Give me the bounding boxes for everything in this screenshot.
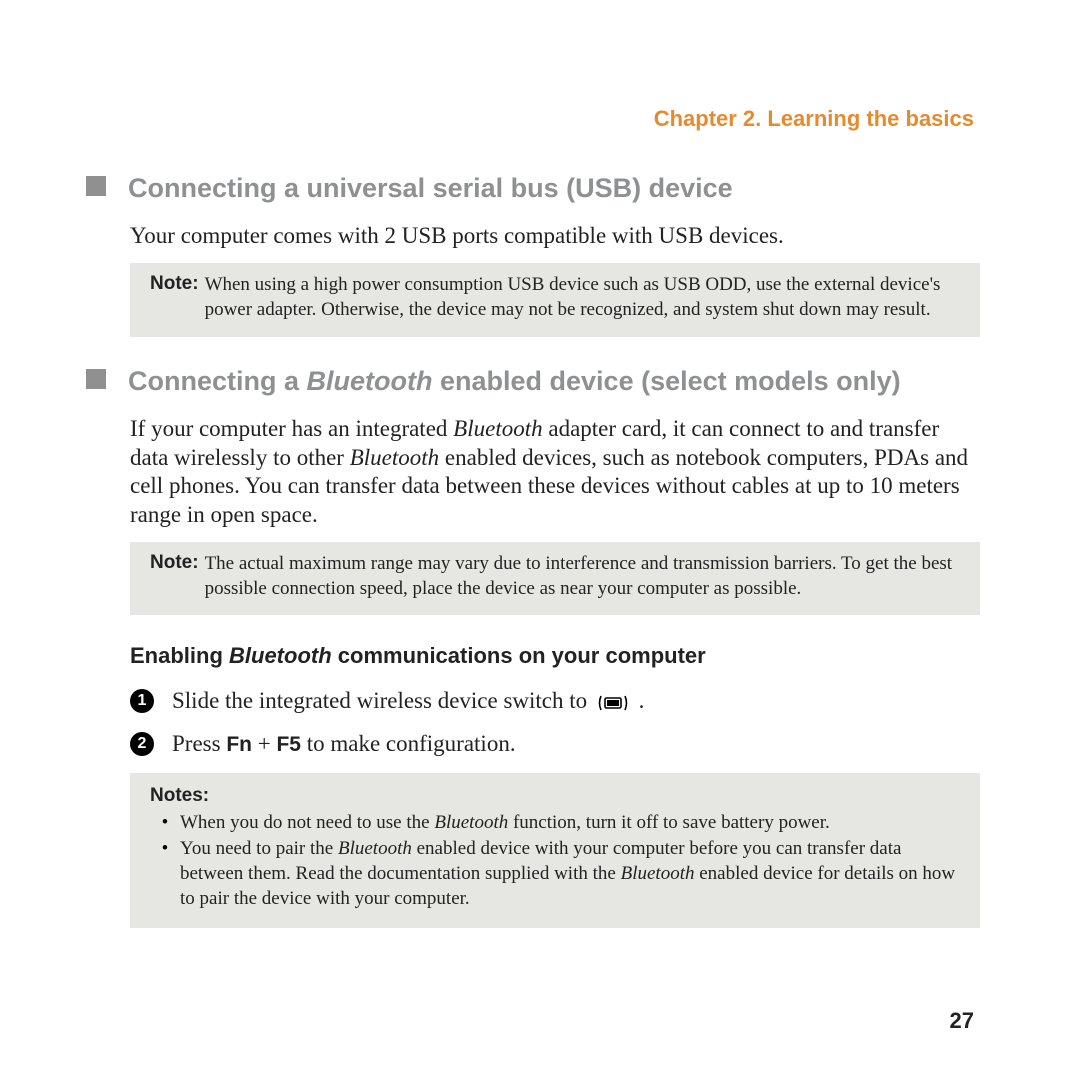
- notes-span: function, turn it off to save battery po…: [508, 812, 830, 833]
- step-number-badge: 1: [130, 689, 154, 713]
- bullet-dot-icon: •: [150, 811, 180, 836]
- note-label: Note:: [150, 273, 199, 295]
- page-number: 27: [950, 1008, 974, 1034]
- notes-box: Notes: • When you do not need to use the…: [130, 773, 980, 928]
- notes-italic: Bluetooth: [338, 838, 412, 859]
- enable-bt-heading: Enabling Bluetooth communications on you…: [130, 643, 980, 669]
- square-bullet-icon: [86, 176, 106, 196]
- step-2-text: Press Fn + F5 to make configuration.: [172, 730, 516, 759]
- notes-span: You need to pair the: [180, 838, 338, 859]
- section-title-bluetooth: Connecting a Bluetooth enabled device (s…: [128, 365, 901, 397]
- section-usb: Connecting a universal serial bus (USB) …: [86, 172, 980, 204]
- usb-note-text: When using a high power consumption USB …: [205, 273, 960, 322]
- step-number-badge: 2: [130, 732, 154, 756]
- key-f5: F5: [276, 733, 301, 756]
- step-span: to make configuration.: [301, 731, 516, 756]
- notes-span: When you do not need to use the: [180, 812, 434, 833]
- step-span: .: [639, 688, 645, 713]
- page-content: Chapter 2. Learning the basics Connectin…: [0, 106, 1080, 928]
- bluetooth-note-box: Note: The actual maximum range may vary …: [130, 542, 980, 615]
- step-span: Slide the integrated wireless device swi…: [172, 688, 593, 713]
- title-italic: Bluetooth: [307, 366, 433, 396]
- heading-italic: Bluetooth: [229, 643, 332, 668]
- notes-text: When you do not need to use the Bluetoot…: [180, 811, 830, 836]
- section-title-usb: Connecting a universal serial bus (USB) …: [128, 172, 733, 204]
- step-span: Press: [172, 731, 226, 756]
- step-1: 1 Slide the integrated wireless device s…: [130, 687, 980, 716]
- body-italic: Bluetooth: [453, 416, 542, 441]
- square-bullet-icon: [86, 369, 106, 389]
- notes-text: You need to pair the Bluetooth enabled d…: [180, 837, 960, 911]
- heading-span: communications on your computer: [332, 643, 706, 668]
- bluetooth-body-text: If your computer has an integrated Bluet…: [130, 415, 980, 530]
- key-fn: Fn: [226, 733, 252, 756]
- body-span: If your computer has an integrated: [130, 416, 453, 441]
- body-italic: Bluetooth: [350, 445, 439, 470]
- notes-label: Notes:: [150, 785, 960, 807]
- manual-page: Chapter 2. Learning the basics Connectin…: [0, 0, 1080, 1080]
- notes-italic: Bluetooth: [434, 812, 508, 833]
- wireless-switch-icon: [597, 694, 629, 712]
- notes-italic: Bluetooth: [621, 863, 695, 884]
- note-label: Note:: [150, 552, 199, 574]
- section-bluetooth: Connecting a Bluetooth enabled device (s…: [86, 365, 980, 397]
- step-2: 2 Press Fn + F5 to make configuration.: [130, 730, 980, 759]
- notes-item: • When you do not need to use the Blueto…: [150, 811, 960, 836]
- title-text: enabled device (select models only): [433, 366, 901, 396]
- notes-item: • You need to pair the Bluetooth enabled…: [150, 837, 960, 911]
- title-text: Connecting a: [128, 366, 307, 396]
- chapter-header: Chapter 2. Learning the basics: [100, 106, 980, 132]
- bluetooth-note-text: The actual maximum range may vary due to…: [205, 552, 960, 601]
- bullet-dot-icon: •: [150, 837, 180, 862]
- step-1-text: Slide the integrated wireless device swi…: [172, 687, 644, 716]
- step-span: +: [252, 731, 276, 756]
- heading-span: Enabling: [130, 643, 229, 668]
- usb-body-text: Your computer comes with 2 USB ports com…: [130, 222, 980, 251]
- usb-note-box: Note: When using a high power consumptio…: [130, 263, 980, 336]
